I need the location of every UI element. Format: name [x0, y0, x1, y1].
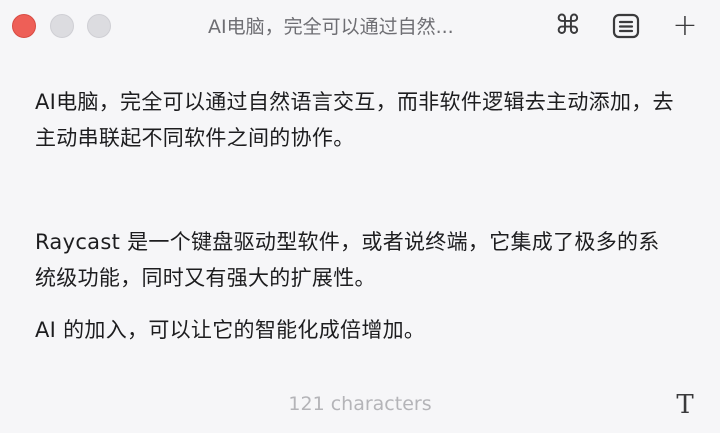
command-icon[interactable]: ⌘ [551, 10, 585, 42]
title-bar: AI电脑，完全可以通过自然... ⌘ + [0, 0, 720, 52]
note-paragraph: AI电脑，完全可以通过自然语言交互，而非软件逻辑去主动添加，去主动串联起不同软件… [35, 90, 674, 150]
raycast-notes-window: AI电脑，完全可以通过自然... ⌘ + AI电脑，完全可以通过自然语言交互，而… [0, 0, 720, 433]
note-paragraph: AI 的加入，可以让它的智能化成倍增加。 [35, 318, 426, 342]
window-title: AI电脑，完全可以通过自然... [208, 16, 454, 38]
zoom-window-button[interactable] [87, 14, 111, 38]
note-paragraph: Raycast 是一个键盘驱动型软件，或者说终端，它集成了极多的系统级功能，同时… [35, 230, 660, 290]
notes-list-icon[interactable] [609, 10, 643, 42]
character-count: 121 characters [288, 393, 432, 415]
minimize-window-button[interactable] [50, 14, 74, 38]
add-note-button[interactable]: + [668, 10, 702, 42]
close-window-button[interactable] [12, 14, 36, 38]
notes-list-glyph [612, 13, 640, 39]
text-format-icon[interactable]: T [670, 390, 700, 420]
